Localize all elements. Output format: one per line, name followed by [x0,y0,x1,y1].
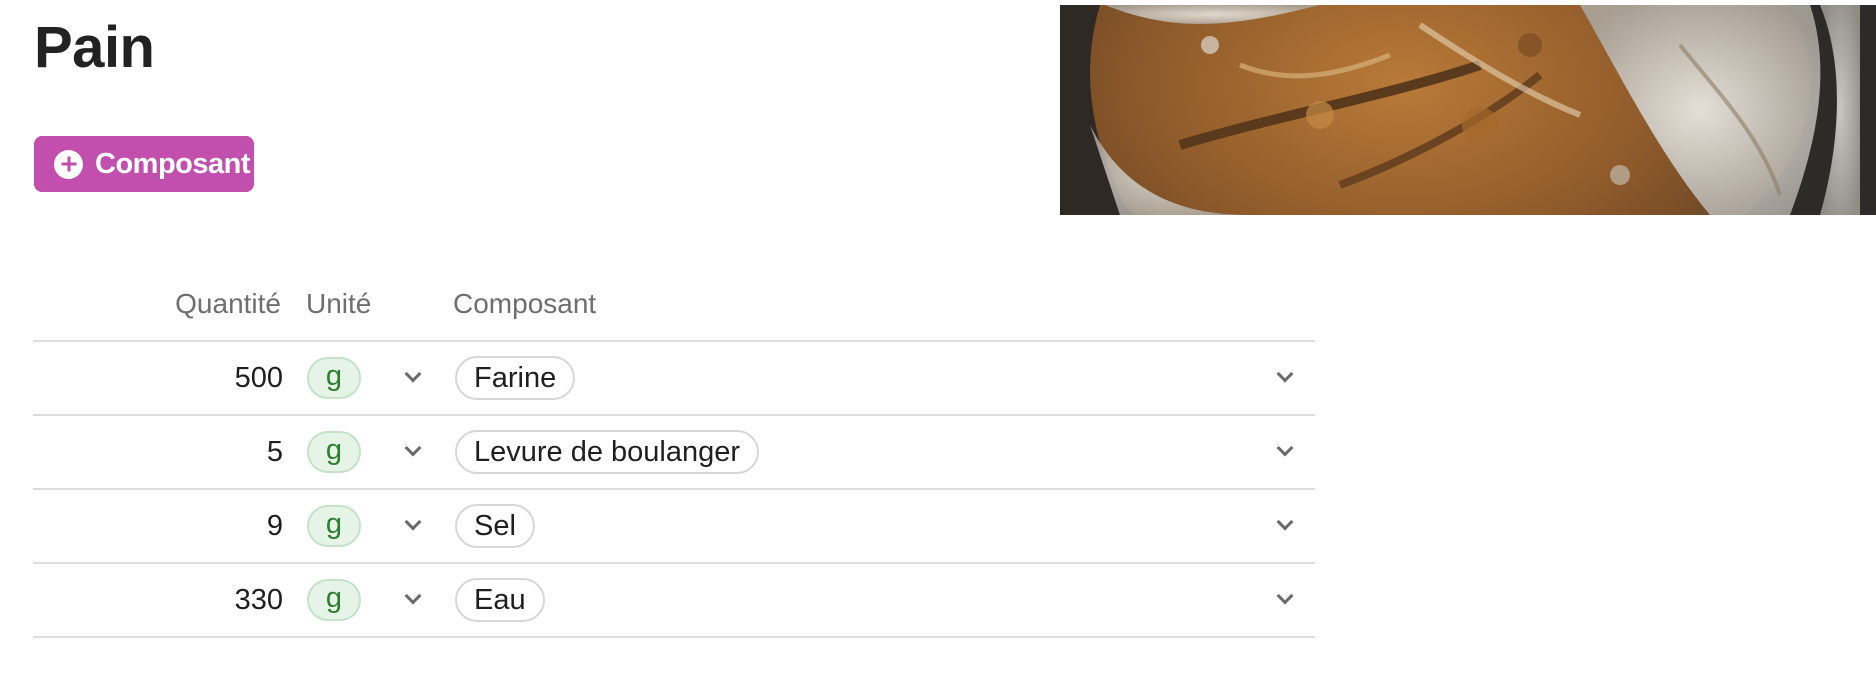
unit-select[interactable]: g [307,505,361,547]
table-row: 9 g Sel [33,490,1315,564]
chevron-down-icon[interactable] [404,365,422,383]
table-row: 5 g Levure de boulanger [33,416,1315,490]
chevron-down-icon[interactable] [1276,513,1294,531]
quantity-value[interactable]: 9 [267,510,283,543]
add-component-label: Composant [95,147,251,180]
page-title: Pain [34,15,155,80]
chevron-down-icon[interactable] [404,439,422,457]
unit-select[interactable]: g [307,357,361,399]
add-component-button[interactable]: Composant [34,136,254,192]
unit-select[interactable]: g [307,579,361,621]
component-select[interactable]: Eau [455,578,545,622]
table-header: Quantité Unité Composant [33,286,1315,342]
unit-select[interactable]: g [307,431,361,473]
table-row: 500 g Farine [33,342,1315,416]
chevron-down-icon[interactable] [404,513,422,531]
header-unit: Unité [306,288,372,319]
components-table: Quantité Unité Composant 500 g Farine 5 … [33,286,1315,638]
header-component: Composant [453,288,597,319]
component-select[interactable]: Levure de boulanger [455,430,760,474]
chevron-down-icon[interactable] [1276,365,1294,383]
header-quantity: Quantité [175,288,281,319]
recipe-page: Pain Composant Quantité Unité Composant … [0,0,1876,697]
chevron-down-icon[interactable] [404,587,422,605]
recipe-image [1060,5,1876,215]
quantity-value[interactable]: 330 [235,584,283,617]
quantity-value[interactable]: 5 [267,436,283,469]
plus-circle-icon [54,149,83,179]
chevron-down-icon[interactable] [1276,439,1294,457]
table-row: 330 g Eau [33,564,1315,638]
quantity-value[interactable]: 500 [235,362,283,395]
component-select[interactable]: Sel [455,504,535,548]
component-select[interactable]: Farine [455,356,576,400]
chevron-down-icon[interactable] [1276,587,1294,605]
